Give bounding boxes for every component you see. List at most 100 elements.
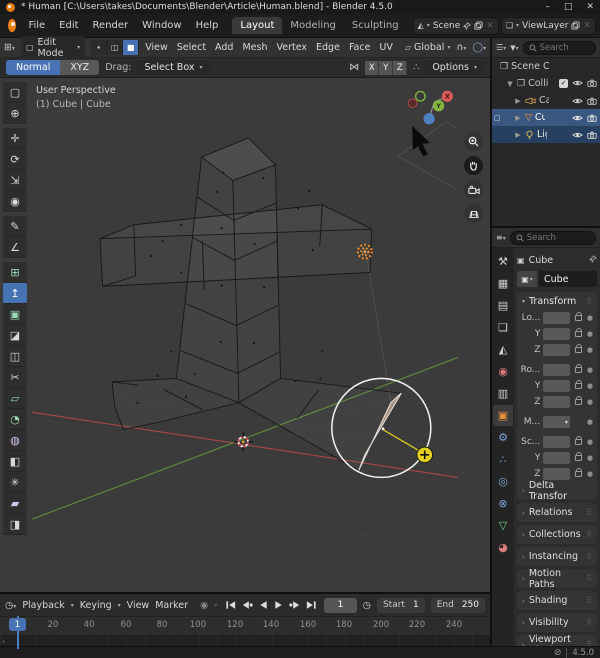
delta-transform-panel-header[interactable]: › Delta Transfor [517,482,597,500]
animate-dot-icon[interactable]: ● [587,330,593,338]
tool-poly-build[interactable]: ▱ [3,388,27,409]
menu-mesh[interactable]: Mesh [242,42,267,53]
panel-motion-paths[interactable]: ›Motion Paths⠿ [517,569,597,588]
location-y-field[interactable] [543,328,570,340]
expand-arrow-icon[interactable]: ▶ [514,131,522,139]
tool-shrink-fatten[interactable]: ✳ [3,472,27,493]
mode-dropdown[interactable]: ▢ Edit Mode ▾ [21,36,85,60]
animate-dot-icon[interactable]: ● [587,454,593,462]
tab-output[interactable]: ▤ [493,295,513,316]
tab-material[interactable]: ◕ [493,537,513,558]
zoom-view-icon[interactable] [464,132,483,151]
outliner-row-scene-collection[interactable]: ❒ Scene C [492,58,600,75]
tab-world[interactable]: ◉ [493,361,513,382]
lock-icon[interactable] [575,331,582,337]
rotation-mode-dropdown[interactable]: ▾ [543,416,570,428]
orthographic-toggle-icon[interactable] [464,204,483,223]
tab-tool[interactable]: ⚒ [493,251,513,272]
tab-physics[interactable]: ◎ [493,471,513,492]
menu-uv[interactable]: UV [379,42,392,53]
prev-keyframe-button[interactable] [239,598,254,612]
lock-icon[interactable] [575,399,582,405]
new-viewlayer-icon[interactable] [571,21,580,30]
tab-particles[interactable]: ∴ [493,449,513,470]
lock-icon[interactable] [575,439,582,445]
orient-normal-button[interactable]: Normal [6,60,60,75]
menu-select[interactable]: Select [177,42,206,53]
animate-dot-icon[interactable]: ● [587,314,593,322]
menu-vertex[interactable]: Vertex [276,42,307,53]
channel-expand-arrow[interactable]: › [2,637,5,646]
navigation-gizmo[interactable]: X Y [408,91,453,125]
pin-id-icon[interactable] [589,255,597,266]
menu-view[interactable]: View [145,42,168,53]
orient-xyz-button[interactable]: XYZ [60,60,99,75]
scale-y-field[interactable] [543,452,570,464]
edge-select-button[interactable]: ◫ [107,40,123,55]
hide-eye-icon[interactable] [572,131,583,139]
animate-dot-icon[interactable]: ● [587,418,593,426]
transform-panel-header[interactable]: ▾ Transform ⠿ [517,292,597,310]
tool-spin[interactable]: ◔ [3,409,27,430]
disable-render-camera-icon[interactable] [587,114,597,122]
minimize-button[interactable]: – [545,2,550,12]
lock-icon[interactable] [575,471,582,477]
pin-icon[interactable] [463,22,471,30]
panel-instancing[interactable]: ›Instancing⠿ [517,547,597,566]
menu-add[interactable]: Add [215,42,233,53]
tool-measure[interactable]: ∠ [3,237,27,258]
animate-dot-icon[interactable]: ● [587,382,593,390]
tab-layout[interactable]: Layout [232,17,282,34]
tool-scale[interactable]: ⇲ [3,170,27,191]
panel-relations[interactable]: ›Relations⠿ [517,503,597,522]
menu-marker[interactable]: Marker [155,600,188,611]
extrude-plus-handle[interactable] [417,447,433,463]
outliner-filter-icon[interactable]: ▼▾ [510,44,518,52]
tab-render[interactable]: ▦ [493,273,513,294]
properties-editor-icon[interactable]: ≡▾ [496,233,506,242]
play-reverse-button[interactable] [255,598,270,612]
outliner-row-camera[interactable]: ▶ Camera [492,92,600,109]
scale-x-field[interactable] [543,436,570,448]
lock-icon[interactable] [575,455,582,461]
timeline-ruler[interactable]: 20 40 60 80 100 120 140 160 180 200 220 … [0,616,490,635]
play-button[interactable] [271,598,286,612]
menu-playback[interactable]: Playback [22,600,64,611]
pan-view-icon[interactable] [464,156,483,175]
rotation-x-field[interactable] [543,364,570,376]
editor-type-icon[interactable]: ⊞▾ [4,42,15,53]
tool-rip-region[interactable]: ◨ [3,514,27,535]
hide-eye-icon[interactable] [572,114,583,122]
animate-dot-icon[interactable]: ● [587,438,593,446]
menu-edge[interactable]: Edge [316,42,340,53]
scale-z-field[interactable] [543,468,570,480]
new-scene-icon[interactable] [474,21,483,30]
animate-dot-icon[interactable]: ● [587,366,593,374]
tool-add-cube[interactable]: ⊞ [3,262,27,283]
menu-keying[interactable]: Keying [80,600,112,611]
menu-view-timeline[interactable]: View [127,600,150,611]
tool-annotate[interactable]: ✎ [3,216,27,237]
panel-viewport-display[interactable]: ›Viewport Display⠿ [517,635,597,646]
collection-checkbox[interactable]: ✓ [559,79,568,88]
gizmo-axis-z[interactable] [423,113,434,124]
proportional-editing-toggle[interactable]: ◯▾ [472,42,486,53]
tool-bevel[interactable]: ◪ [3,325,27,346]
tab-object-data[interactable]: ▽ [493,515,513,536]
lock-icon[interactable] [575,315,582,321]
menu-file[interactable]: File [22,18,51,33]
panel-collections[interactable]: ›Collections⠿ [517,525,597,544]
animate-dot-icon[interactable]: ● [587,398,593,406]
jump-to-start-button[interactable] [223,598,238,612]
tab-sculpting[interactable]: Sculpting [344,17,407,34]
panel-grip-icon[interactable]: ⠿ [586,297,592,306]
options-dropdown[interactable]: Options ▾ [425,60,484,75]
frame-start-field[interactable]: Start 1 [377,598,425,613]
tab-view-layer[interactable]: ❏ [493,317,513,338]
menu-help[interactable]: Help [190,18,225,33]
snap-base-icon[interactable]: ∴ [413,62,419,73]
properties-search-input[interactable]: Search [510,231,596,245]
hide-eye-icon[interactable] [572,79,583,87]
tool-loop-cut[interactable]: ◫ [3,346,27,367]
jump-to-end-button[interactable] [303,598,318,612]
